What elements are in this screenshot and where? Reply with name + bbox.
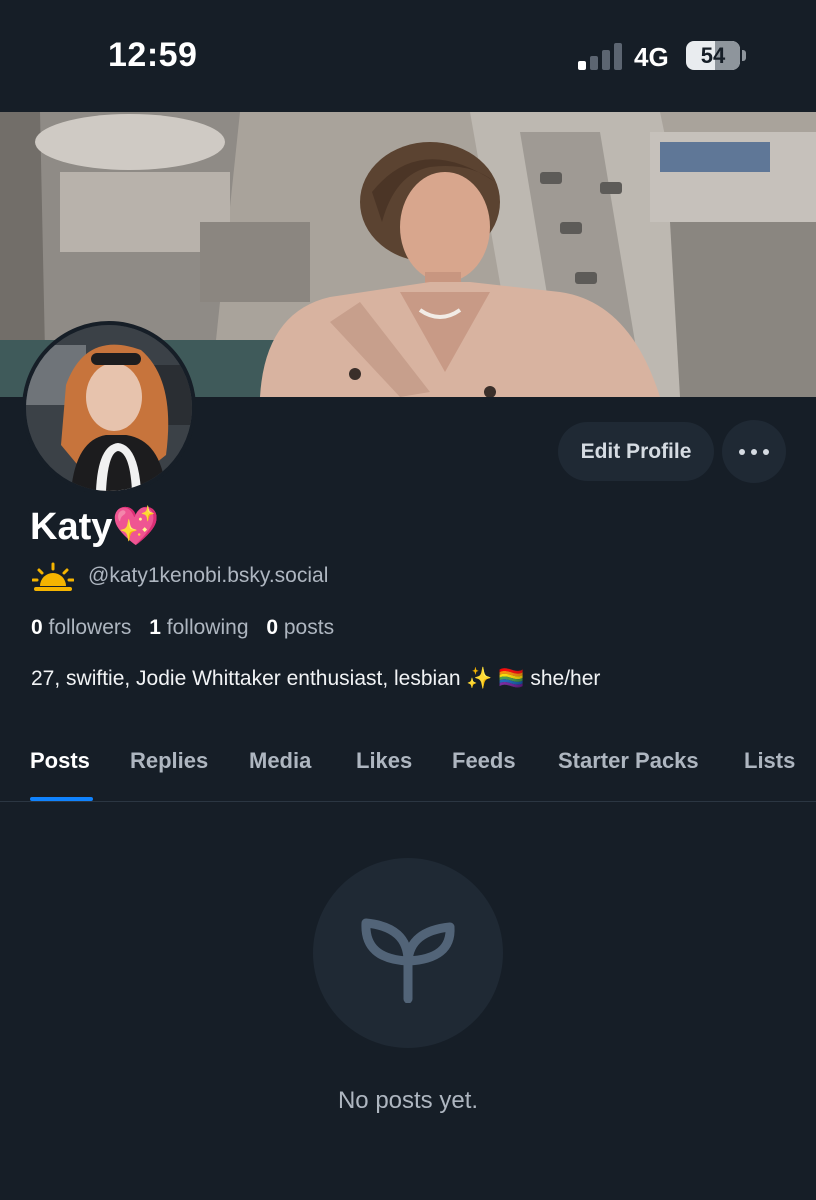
tab-likes[interactable]: Likes [356, 748, 412, 774]
following-stat[interactable]: 1 following [149, 616, 248, 639]
profile-bio: 27, swiftie, Jodie Whittaker enthusiast,… [31, 667, 601, 690]
avatar-photo [26, 325, 192, 491]
profile-tabs: Posts Replies Media Likes Feeds Starter … [0, 740, 816, 802]
followers-label: followers [48, 616, 132, 639]
posts-count: 0 [266, 616, 279, 639]
posts-label: posts [283, 616, 335, 639]
tab-replies[interactable]: Replies [130, 748, 208, 774]
tab-posts[interactable]: Posts [30, 748, 90, 774]
display-name: Katy💖 [30, 506, 160, 548]
edit-profile-button[interactable]: Edit Profile [558, 422, 714, 481]
following-count: 1 [149, 616, 161, 639]
empty-state-badge [313, 858, 503, 1048]
tab-media[interactable]: Media [249, 748, 311, 774]
tab-lists[interactable]: Lists [744, 748, 795, 774]
status-bar: 12:59 4G 54 [0, 0, 816, 112]
followers-stat[interactable]: 0 followers [31, 616, 131, 639]
network-type: 4G [634, 42, 669, 72]
active-tab-indicator [30, 797, 93, 801]
posts-stat: 0 posts [266, 616, 334, 639]
following-label: following [166, 616, 249, 639]
followers-count: 0 [31, 616, 43, 639]
tab-feeds[interactable]: Feeds [452, 748, 516, 774]
profile-screen: 12:59 4G 54 Edit Profile Katy💖 @katy1ken… [0, 0, 816, 1200]
avatar[interactable] [22, 321, 196, 495]
battery-icon: 54 [686, 41, 740, 70]
sunrise-icon [32, 562, 74, 591]
signal-strength-icon [578, 42, 622, 70]
ellipsis-icon [739, 449, 745, 455]
battery-percent: 54 [700, 43, 726, 68]
status-time: 12:59 [108, 36, 198, 74]
more-options-button[interactable] [722, 420, 786, 483]
empty-state-message: No posts yet. [337, 1087, 479, 1114]
tab-starter-packs[interactable]: Starter Packs [558, 748, 699, 774]
sprout-icon [361, 918, 455, 1003]
battery-nub [742, 50, 746, 61]
profile-handle[interactable]: @katy1kenobi.bsky.social [88, 564, 328, 588]
profile-stats: 0 followers 1 following 0 posts [31, 616, 346, 640]
